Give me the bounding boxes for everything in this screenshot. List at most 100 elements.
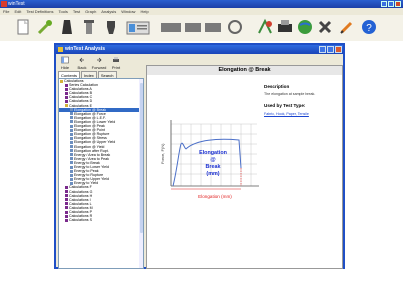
forward-arrow-icon [97,57,102,63]
print-icon [113,57,119,62]
page-icon [70,140,73,144]
dialog-maximize-button[interactable] [327,46,334,53]
app-icon [1,1,7,7]
dialog-title: winTest Analysis [65,46,106,52]
print-button[interactable]: Print [109,56,123,70]
hide-button[interactable]: Hide [58,56,72,70]
analysis-dialog: winTest Analysis Hide Back Forward Print… [54,43,345,269]
app-title-bar: winTest [0,0,403,8]
menu-edit[interactable]: Edit [14,8,21,15]
calibrate-icon[interactable] [256,18,274,36]
tools-icon[interactable] [316,18,334,36]
book-open-icon [60,79,63,83]
svg-text:?: ? [366,23,372,34]
block-icon-2[interactable] [184,18,202,36]
annotation-line-2: @ [210,157,215,163]
annotation-line-3: Break [206,164,221,170]
menu-tools[interactable]: Tools [58,8,67,15]
grip-icon[interactable] [102,18,120,36]
block-icon-3[interactable] [204,18,222,36]
dialog-minimize-button[interactable] [319,46,326,53]
menu-file[interactable]: File [3,8,9,15]
page-icon [70,161,73,165]
help-book-icon [58,47,63,52]
block-icon-1[interactable] [160,18,182,36]
wrench-icon[interactable] [36,18,54,36]
globe-icon[interactable] [296,18,314,36]
topic-icon [65,210,68,214]
page-icon [70,112,73,116]
printer-icon[interactable] [276,18,294,36]
topic-icon [65,214,68,218]
topic-icon [65,91,68,95]
dialog-close-button[interactable] [335,46,342,53]
annotation-line-4: (mm) [206,171,219,177]
menu-graph[interactable]: Graph [85,8,96,15]
topic-pane: Elongation @ Break Force, F(N) Elongatio… [146,65,343,269]
topic-icon [65,83,68,87]
book-open-icon [65,104,68,108]
dialog-title-bar[interactable]: winTest Analysis [56,45,343,54]
topic-icon [65,218,68,222]
topic-icon [65,198,68,202]
chart-xlabel: Elongation (mm) [198,194,232,199]
topic-icon [65,194,68,198]
page-icon [70,169,73,173]
page-icon [70,136,73,140]
back-button[interactable]: Back [75,56,89,70]
sample-bottle-icon[interactable] [58,18,76,36]
topic-icon [65,190,68,194]
page-icon [70,153,73,157]
minimize-button[interactable] [381,1,387,7]
topic-icon [65,87,68,91]
app-title: winTest [8,1,25,7]
used-by-links[interactable]: Fabric, Hook, Paper, Tensile [264,112,309,116]
contents-tree: Calculations Series Calculation Calculatio… [58,78,144,269]
tree-item-label: Calculations S [69,218,92,223]
page-icon [70,132,73,136]
report-icon[interactable] [124,18,152,36]
topic-icon [65,95,68,99]
forward-button[interactable]: Forward [92,56,106,70]
page-icon [70,177,73,181]
page-icon [70,116,73,120]
back-arrow-icon [79,57,84,63]
page-icon [70,124,73,128]
help-toolbar: Hide Back Forward Print [58,56,123,70]
page-icon [70,145,73,149]
description-text: The elongation at sample break. [264,92,316,96]
hide-icon [61,56,69,64]
chart-ylabel: Force, F(N) [160,143,165,164]
tree-item[interactable]: Calculations S [59,218,143,222]
specimen-icon[interactable] [80,18,98,36]
page-icon [70,149,73,153]
scrollbar-thumb[interactable] [139,83,143,233]
tree-scrollbar[interactable] [139,79,143,268]
circle-icon[interactable] [226,18,244,36]
page-icon [70,165,73,169]
help-icon[interactable]: ? [360,18,378,36]
page-icon [70,128,73,132]
page-icon [70,120,73,124]
edit-pen-icon[interactable] [338,18,356,36]
menu-analysis[interactable]: Analysis [101,8,116,15]
description-heading: Description [264,84,290,89]
elongation-diagram: Force, F(N) Elongation (mm) Elongation @… [160,120,259,199]
maximize-button[interactable] [388,1,394,7]
topic-icon [65,185,68,189]
page-icon [70,173,73,177]
menu-help[interactable]: Help [140,8,148,15]
menu-test[interactable]: Test [73,8,80,15]
menu-test-definitions[interactable]: Test Definitions [26,8,53,15]
close-button[interactable] [395,1,401,7]
topic-icon [65,100,68,104]
main-toolbar: ? [0,15,403,42]
annotation-line-1: Elongation [199,150,227,156]
page-icon [70,157,73,161]
menu-window[interactable]: Window [121,8,135,15]
dialog-window-controls [319,46,342,53]
used-by-heading: Used by Test Type: [264,103,306,108]
page-icon [70,181,73,185]
menu-bar: File Edit Test Definitions Tools Test Gr… [0,8,403,15]
new-file-icon[interactable] [14,18,32,36]
